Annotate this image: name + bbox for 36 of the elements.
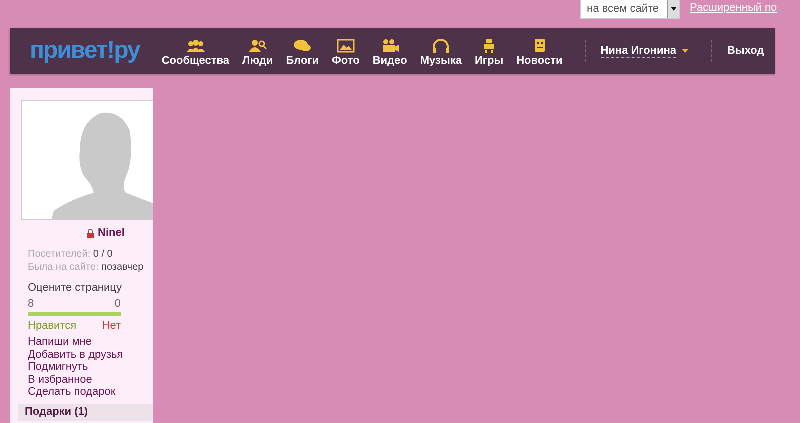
nav-link[interactable]: Блоги: [286, 55, 320, 67]
scope-text: на всем сайте: [586, 2, 660, 17]
nav-link[interactable]: Игры: [474, 55, 504, 67]
profile-action-link[interactable]: Сделать подарок: [28, 386, 153, 398]
stat-label: Была на сайте:: [28, 262, 99, 273]
nav-link[interactable]: Новости: [516, 55, 563, 67]
lock-icon: [87, 228, 94, 238]
profile-name[interactable]: Ninel: [98, 227, 125, 239]
rating-title: Оцените страницу: [27, 281, 123, 294]
profile-action-link[interactable]: Подмигнуть: [28, 361, 153, 374]
nav-link[interactable]: Видео: [372, 55, 408, 67]
chat-icon[interactable]: [292, 39, 313, 53]
likes-count: 8: [28, 298, 34, 310]
gifts-section-header[interactable]: Подарки (1): [18, 404, 153, 420]
image-icon[interactable]: [336, 39, 356, 53]
people-icon[interactable]: [186, 39, 206, 53]
nav-link[interactable]: Сообщества: [162, 55, 230, 67]
nav-link[interactable]: Люди: [242, 55, 274, 67]
stat-value: 0 / 0: [93, 249, 113, 260]
dislikes-count: 0: [114, 298, 121, 310]
stat-value: позавчер: [102, 262, 144, 273]
profile-action-link[interactable]: Добавить в друзья: [28, 348, 153, 361]
camera-icon[interactable]: [380, 39, 400, 53]
caret-icon[interactable]: [682, 49, 690, 53]
user-menu[interactable]: Нина Игонина: [600, 44, 676, 58]
caret-icon[interactable]: [670, 7, 676, 11]
person-search-icon[interactable]: [248, 39, 268, 53]
dislike-link[interactable]: Нет: [102, 320, 121, 332]
profile-action-link[interactable]: Напиши мне: [28, 336, 153, 348]
search-scope-dropdown[interactable]: на всем сайте: [580, 0, 680, 19]
nav-link[interactable]: Фото: [332, 55, 360, 67]
logout-link[interactable]: Выход: [727, 45, 764, 57]
nav-link[interactable]: Музыка: [420, 55, 462, 67]
profile-action-link[interactable]: В избранное: [28, 374, 153, 386]
stat-label: Посетителей:: [28, 249, 91, 260]
headphones-icon[interactable]: [431, 39, 452, 53]
